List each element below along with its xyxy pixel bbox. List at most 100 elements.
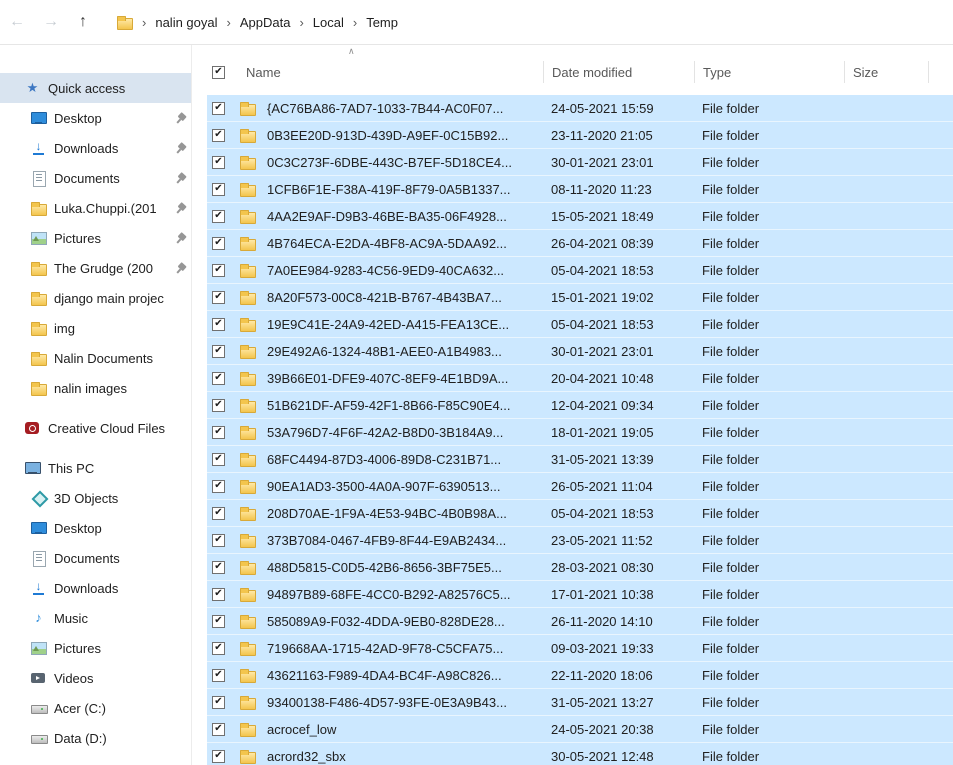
- folder-icon: [239, 262, 256, 278]
- row-checkbox[interactable]: [212, 183, 225, 196]
- back-arrow-icon[interactable]: ←: [0, 13, 34, 31]
- sidebar-item-label: Luka.Chuppi.(201: [54, 201, 169, 216]
- row-checkbox[interactable]: [212, 291, 225, 304]
- file-row[interactable]: 51B621DF-AF59-42F1-8B66-F85C90E4... 12-0…: [207, 392, 953, 419]
- row-checkbox[interactable]: [212, 318, 225, 331]
- sidebar-item[interactable]: Acer (C:): [0, 693, 191, 723]
- sidebar-item[interactable]: img: [0, 313, 191, 343]
- file-row[interactable]: 488D5815-C0D5-42B6-8656-3BF75E5... 28-03…: [207, 554, 953, 581]
- row-checkbox[interactable]: [212, 696, 225, 709]
- objects-3d-icon: [30, 490, 47, 506]
- folder-icon: [239, 181, 256, 197]
- file-row[interactable]: 39B66E01-DFE9-407C-8EF9-4E1BD9A... 20-04…: [207, 365, 953, 392]
- file-row[interactable]: 0C3C273F-6DBE-443C-B7EF-5D18CE4... 30-01…: [207, 149, 953, 176]
- file-row[interactable]: 53A796D7-4F6F-42A2-B8D0-3B184A9... 18-01…: [207, 419, 953, 446]
- breadcrumb-segment-user[interactable]: nalin goyal: [155, 15, 217, 30]
- file-row[interactable]: 93400138-F486-4D57-93FE-0E3A9B43... 31-0…: [207, 689, 953, 716]
- file-row[interactable]: 4B764ECA-E2DA-4BF8-AC9A-5DAA92... 26-04-…: [207, 230, 953, 257]
- sidebar-item[interactable]: 3D Objects: [0, 483, 191, 513]
- row-checkbox[interactable]: [212, 480, 225, 493]
- sidebar-item[interactable]: nalin images: [0, 373, 191, 403]
- row-checkbox[interactable]: [212, 264, 225, 277]
- sidebar-item[interactable]: Desktop: [0, 513, 191, 543]
- row-checkbox[interactable]: [212, 534, 225, 547]
- sidebar-item[interactable]: Pictures: [0, 633, 191, 663]
- row-checkbox[interactable]: [212, 129, 225, 142]
- row-checkbox[interactable]: [212, 642, 225, 655]
- file-row[interactable]: acrord32_sbx 30-05-2021 12:48 File folde…: [207, 743, 953, 765]
- file-row[interactable]: acrocef_low 24-05-2021 20:38 File folder: [207, 716, 953, 743]
- forward-arrow-icon[interactable]: →: [34, 13, 68, 31]
- file-row[interactable]: 90EA1AD3-3500-4A0A-907F-6390513... 26-05…: [207, 473, 953, 500]
- sort-ascending-icon[interactable]: ∧: [348, 47, 355, 56]
- row-checkbox[interactable]: [212, 399, 225, 412]
- sidebar-item[interactable]: Downloads: [0, 133, 191, 163]
- row-checkbox[interactable]: [212, 426, 225, 439]
- file-row[interactable]: 0B3EE20D-913D-439D-A9EF-0C15B92... 23-11…: [207, 122, 953, 149]
- file-row[interactable]: 29E492A6-1324-48B1-AEE0-A1B4983... 30-01…: [207, 338, 953, 365]
- select-all-checkbox[interactable]: [212, 66, 225, 79]
- breadcrumb-segment-appdata[interactable]: AppData: [240, 15, 291, 30]
- file-row[interactable]: 94897B89-68FE-4CC0-B292-A82576C5... 17-0…: [207, 581, 953, 608]
- row-checkbox[interactable]: [212, 237, 225, 250]
- column-header-date-modified[interactable]: Date modified: [543, 61, 694, 83]
- sidebar-item[interactable]: Music: [0, 603, 191, 633]
- file-row[interactable]: 1CFB6F1E-F38A-419F-8F79-0A5B1337... 08-1…: [207, 176, 953, 203]
- row-checkbox[interactable]: [212, 669, 225, 682]
- folder-icon: [239, 478, 256, 494]
- sidebar-item-this-pc[interactable]: This PC: [0, 453, 191, 483]
- file-name: acrocef_low: [261, 722, 543, 737]
- file-row[interactable]: 68FC4494-87D3-4006-89D8-C231B71... 31-05…: [207, 446, 953, 473]
- column-header-name[interactable]: Name: [237, 57, 543, 87]
- column-header-type[interactable]: Type: [694, 61, 844, 83]
- column-header-size[interactable]: Size: [844, 61, 929, 83]
- file-row[interactable]: 719668AA-1715-42AD-9F78-C5CFA75... 09-03…: [207, 635, 953, 662]
- sidebar-item[interactable]: The Grudge (200: [0, 253, 191, 283]
- row-checkbox[interactable]: [212, 210, 225, 223]
- row-checkbox[interactable]: [212, 723, 225, 736]
- row-checkbox[interactable]: [212, 507, 225, 520]
- folder-icon: [239, 640, 256, 656]
- file-date-modified: 20-04-2021 10:48: [543, 371, 694, 386]
- sidebar-item-label: Music: [54, 611, 191, 626]
- sidebar-item[interactable]: Videos: [0, 663, 191, 693]
- row-checkbox[interactable]: [212, 156, 225, 169]
- row-checkbox[interactable]: [212, 372, 225, 385]
- file-row[interactable]: 4AA2E9AF-D9B3-46BE-BA35-06F4928... 15-05…: [207, 203, 953, 230]
- row-checkbox[interactable]: [212, 750, 225, 763]
- sidebar-item-creative-cloud-files[interactable]: Creative Cloud Files: [0, 413, 191, 443]
- sidebar-item[interactable]: Downloads: [0, 573, 191, 603]
- sidebar-item-label: Pictures: [54, 641, 191, 656]
- breadcrumb-segment-local[interactable]: Local: [313, 15, 344, 30]
- file-row[interactable]: 7A0EE984-9283-4C56-9ED9-40CA632... 05-04…: [207, 257, 953, 284]
- file-row[interactable]: 373B7084-0467-4FB9-8F44-E9AB2434... 23-0…: [207, 527, 953, 554]
- file-row[interactable]: {AC76BA86-7AD7-1033-7B44-AC0F07... 24-05…: [207, 95, 953, 122]
- row-checkbox[interactable]: [212, 561, 225, 574]
- breadcrumb-segment-temp[interactable]: Temp: [366, 15, 398, 30]
- sidebar-item[interactable]: Luka.Chuppi.(201: [0, 193, 191, 223]
- file-row[interactable]: 19E9C41E-24A9-42ED-A415-FEA13CE... 05-04…: [207, 311, 953, 338]
- sidebar-item[interactable]: Documents: [0, 163, 191, 193]
- file-type: File folder: [694, 587, 844, 602]
- file-row[interactable]: 43621163-F989-4DA4-BC4F-A98C826... 22-11…: [207, 662, 953, 689]
- row-checkbox[interactable]: [212, 588, 225, 601]
- sidebar-item[interactable]: Desktop: [0, 103, 191, 133]
- sidebar-item[interactable]: Documents: [0, 543, 191, 573]
- sidebar-item-quick-access[interactable]: Quick access: [0, 73, 191, 103]
- row-checkbox[interactable]: [212, 453, 225, 466]
- file-row[interactable]: 8A20F573-00C8-421B-B767-4B43BA7... 15-01…: [207, 284, 953, 311]
- row-checkbox[interactable]: [212, 345, 225, 358]
- sidebar-item-label: 3D Objects: [54, 491, 191, 506]
- sidebar-item[interactable]: Data (D:): [0, 723, 191, 753]
- file-row[interactable]: 208D70AE-1F9A-4E53-94BC-4B0B98A... 05-04…: [207, 500, 953, 527]
- sidebar-item[interactable]: Pictures: [0, 223, 191, 253]
- file-row[interactable]: 585089A9-F032-4DDA-9EB0-828DE28... 26-11…: [207, 608, 953, 635]
- file-name: 39B66E01-DFE9-407C-8EF9-4E1BD9A...: [261, 371, 543, 386]
- row-checkbox[interactable]: [212, 615, 225, 628]
- up-arrow-icon[interactable]: ↑: [68, 13, 98, 31]
- sidebar-item[interactable]: django main projec: [0, 283, 191, 313]
- sidebar-item[interactable]: Nalin Documents: [0, 343, 191, 373]
- row-checkbox[interactable]: [212, 102, 225, 115]
- file-type: File folder: [694, 614, 844, 629]
- file-type: File folder: [694, 398, 844, 413]
